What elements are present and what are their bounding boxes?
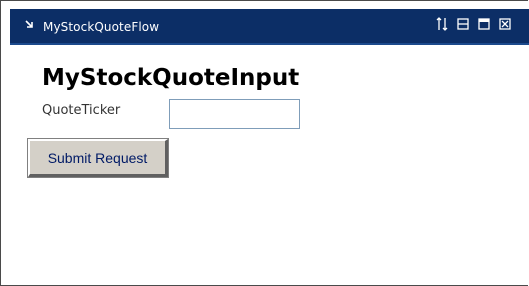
portlet-window: MyStockQuoteFlow MyStockQuoteInput Quote…: [0, 0, 529, 286]
quote-ticker-input[interactable]: [169, 99, 300, 129]
form-heading: MyStockQuoteInput: [42, 65, 300, 91]
titlebar-bar: MyStockQuoteFlow: [10, 9, 529, 45]
move-icon[interactable]: [435, 17, 448, 31]
portlet-content: MyStockQuoteInput QuoteTicker Submit Req…: [1, 47, 528, 285]
maximize-icon[interactable]: [477, 17, 490, 31]
submit-request-button[interactable]: Submit Request: [27, 138, 169, 178]
collapse-arrow-icon[interactable]: [25, 20, 35, 30]
portlet-title: MyStockQuoteFlow: [43, 20, 160, 34]
portlet-titlebar: MyStockQuoteFlow: [1, 1, 529, 45]
close-icon[interactable]: [498, 17, 511, 31]
quote-ticker-label: QuoteTicker: [42, 103, 121, 118]
minimize-icon[interactable]: [456, 17, 469, 31]
